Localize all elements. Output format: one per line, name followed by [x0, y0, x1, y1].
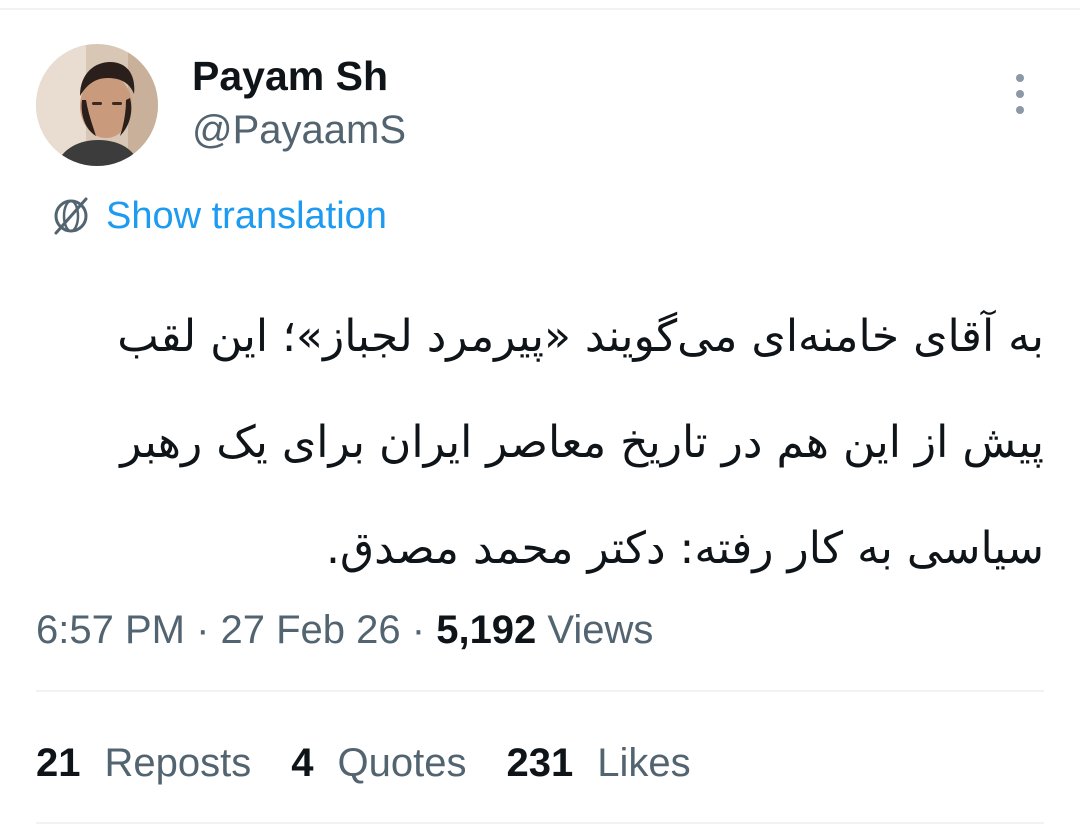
author-handle[interactable]: @PayaamS [192, 106, 406, 154]
tweet-text-line: سیاسی به کار رفته: دکتر محمد مصدق. [326, 523, 1044, 574]
show-translation-button[interactable]: Show translation [48, 192, 387, 240]
engagement-stats: 21 Reposts 4 Quotes 231 Likes [36, 736, 691, 790]
translate-globe-icon [54, 197, 88, 235]
avatar[interactable] [36, 44, 158, 166]
bottom-divider [36, 822, 1044, 824]
more-options-button[interactable] [1000, 68, 1040, 120]
tweet-text: به آقای خامنه‌ای می‌گویند «پیرمرد لجباز»… [40, 284, 1044, 602]
tweet-date[interactable]: 27 Feb 26 [221, 608, 401, 652]
reposts-count: 21 [36, 741, 81, 785]
tweet-meta: 6:57 PM · 27 Feb 26 · 5,192 Views [36, 604, 653, 656]
meta-separator: · [400, 608, 437, 652]
quotes-stat[interactable]: 4 Quotes [291, 736, 466, 790]
reposts-label: Reposts [104, 741, 252, 785]
tweet-time[interactable]: 6:57 PM [36, 608, 185, 652]
quotes-count: 4 [291, 741, 314, 785]
meta-divider [36, 690, 1044, 692]
views-label[interactable]: Views [536, 608, 653, 652]
views-count[interactable]: 5,192 [436, 608, 536, 652]
tweet-text-line: به آقای خامنه‌ای می‌گویند «پیرمرد لجباز»… [117, 311, 1044, 362]
avatar-image [36, 44, 158, 166]
more-vertical-icon [1016, 74, 1024, 114]
quotes-label: Quotes [337, 741, 467, 785]
top-divider [0, 8, 1080, 10]
likes-label: Likes [597, 741, 691, 785]
tweet-text-line: پیش از این هم در تاریخ معاصر ایران برای … [120, 417, 1044, 468]
reposts-stat[interactable]: 21 Reposts [36, 736, 251, 790]
show-translation-label: Show translation [106, 195, 387, 237]
meta-separator: · [184, 608, 221, 652]
likes-count: 231 [506, 741, 574, 785]
likes-stat[interactable]: 231 Likes [506, 736, 690, 790]
author-display-name[interactable]: Payam Sh [192, 52, 388, 100]
